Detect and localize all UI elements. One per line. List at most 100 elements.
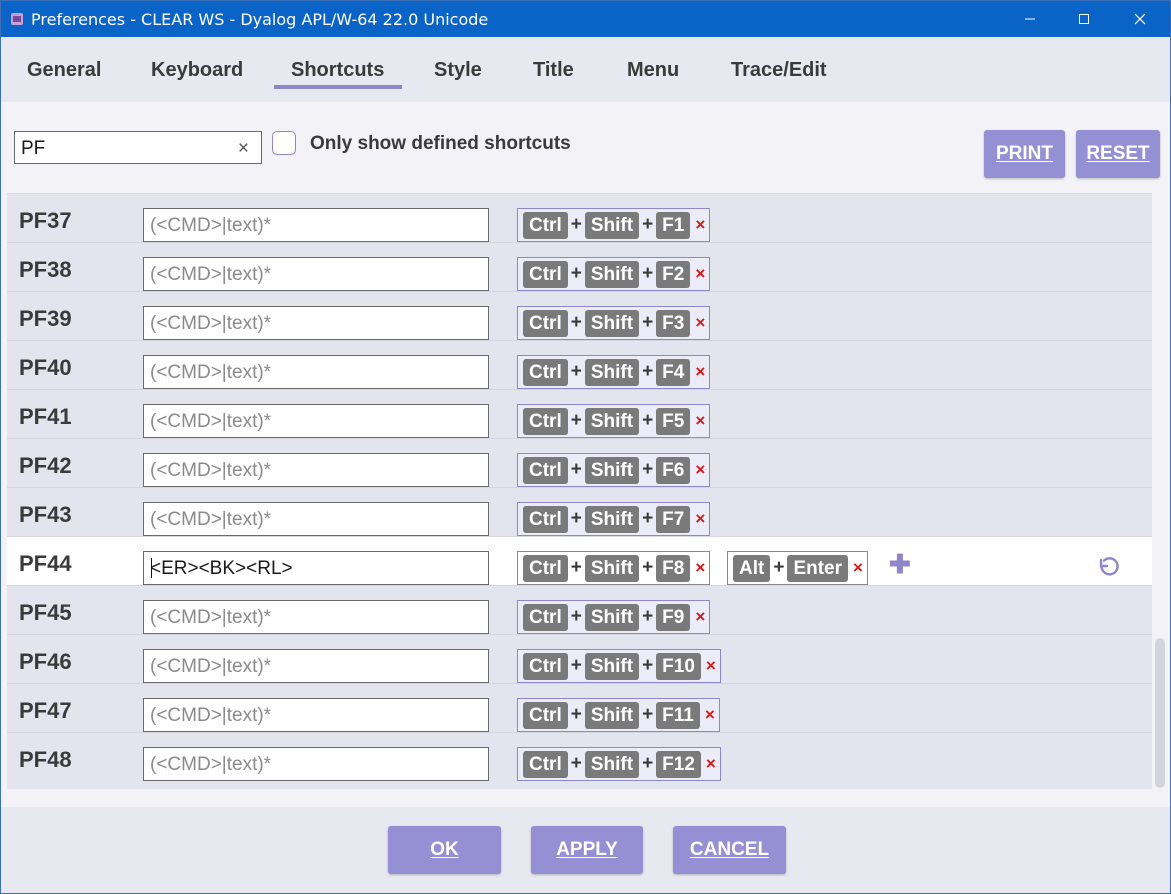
key-cap: F8 [656,554,691,582]
key-combo[interactable]: Ctrl + Shift + F12 × [517,747,721,781]
close-button[interactable] [1117,1,1163,37]
key-combo[interactable]: Ctrl + Shift + F10 × [517,649,721,683]
remove-icon[interactable]: × [690,607,709,627]
shortcut-label: PF43 [19,502,72,527]
clear-icon[interactable]: × [238,138,249,160]
reset-button[interactable]: RESET [1076,130,1160,178]
shortcut-command-input[interactable]: (<CMD>|text)* [143,404,489,438]
remove-icon[interactable]: × [690,264,709,284]
remove-icon[interactable]: × [690,460,709,480]
key-cap: Shift [584,554,640,582]
key-separator: + [570,214,582,235]
shortcut-command-input[interactable]: (<CMD>|text)* [143,600,489,634]
key-combo[interactable]: Ctrl + Shift + F1 × [517,208,711,242]
remove-icon[interactable]: × [700,705,719,725]
search-input[interactable]: PF × [14,131,262,164]
shortcut-label: PF44 [19,551,72,576]
key-combo[interactable]: Ctrl + Shift + F8 × [517,551,711,585]
key-cap: Ctrl [523,505,568,533]
shortcut-command-input[interactable]: <ER><BK><RL> [143,551,489,585]
key-separator: + [642,606,654,627]
key-combo[interactable]: Alt + Enter × [727,551,868,585]
key-cap: Ctrl [523,211,568,239]
shortcut-row[interactable]: PF43 (<CMD>|text)* Ctrl + Shift + F7 × [7,487,1152,536]
shortcut-command-input[interactable]: (<CMD>|text)* [143,453,489,487]
remove-icon[interactable]: × [848,558,867,578]
key-separator: + [570,655,582,676]
remove-icon[interactable]: × [690,558,709,578]
shortcut-row[interactable]: PF45 (<CMD>|text)* Ctrl + Shift + F9 × [7,585,1152,634]
key-combo[interactable]: Ctrl + Shift + F9 × [517,600,711,634]
remove-icon[interactable]: × [690,215,709,235]
shortcut-row[interactable]: PF41 (<CMD>|text)* Ctrl + Shift + F5 × [7,389,1152,438]
shortcut-label: PF47 [19,698,72,723]
scrollbar-thumb[interactable] [1155,638,1165,788]
key-separator: + [570,753,582,774]
remove-icon[interactable]: × [690,509,709,529]
add-icon[interactable]: ✚ [889,549,911,580]
shortcut-command-input[interactable]: (<CMD>|text)* [143,306,489,340]
key-cap: F10 [656,652,701,680]
text-caret [151,558,152,578]
command-placeholder: (<CMD>|text)* [150,264,272,285]
print-button[interactable]: PRINT [984,130,1065,178]
shortcut-command-input[interactable]: (<CMD>|text)* [143,257,489,291]
remove-icon[interactable]: × [701,656,720,676]
shortcut-row[interactable]: PF40 (<CMD>|text)* Ctrl + Shift + F4 × [7,340,1152,389]
key-separator: + [642,459,654,480]
shortcut-row[interactable]: PF42 (<CMD>|text)* Ctrl + Shift + F6 × [7,438,1152,487]
key-combo[interactable]: Ctrl + Shift + F6 × [517,453,711,487]
tab-style[interactable]: Style [434,59,482,82]
close-icon [1134,13,1146,25]
tab-general[interactable]: General [27,59,101,82]
key-combo[interactable]: Ctrl + Shift + F5 × [517,404,711,438]
key-combo[interactable]: Ctrl + Shift + F11 × [517,698,720,732]
shortcut-row[interactable]: PF46 (<CMD>|text)* Ctrl + Shift + F10 × [7,634,1152,683]
shortcut-row[interactable]: PF39 (<CMD>|text)* Ctrl + Shift + F3 × [7,291,1152,340]
command-placeholder: (<CMD>|text)* [150,411,272,432]
shortcut-label: PF39 [19,306,72,331]
shortcut-command-input[interactable]: (<CMD>|text)* [143,698,489,732]
key-cap: Shift [584,456,640,484]
key-separator: + [570,312,582,333]
tab-keyboard[interactable]: Keyboard [151,59,243,82]
remove-icon[interactable]: × [690,313,709,333]
shortcut-command-input[interactable]: (<CMD>|text)* [143,649,489,683]
shortcut-row[interactable]: PF48 (<CMD>|text)* Ctrl + Shift + F12 × [7,732,1152,781]
only-defined-checkbox[interactable] [272,131,296,155]
cancel-button[interactable]: CANCEL [673,826,786,874]
shortcut-row[interactable]: PF37 (<CMD>|text)* Ctrl + Shift + F1 × [7,193,1152,242]
maximize-button[interactable] [1061,1,1107,37]
command-placeholder: (<CMD>|text)* [150,215,272,236]
key-cap: Ctrl [523,407,568,435]
shortcut-command-input[interactable]: (<CMD>|text)* [143,747,489,781]
ok-button[interactable]: OK [388,826,501,874]
remove-icon[interactable]: × [690,411,709,431]
shortcut-command-input[interactable]: (<CMD>|text)* [143,208,489,242]
key-separator: + [570,704,582,725]
minimize-button[interactable] [1007,1,1053,37]
tab-shortcuts[interactable]: Shortcuts [291,59,384,82]
shortcut-command-input[interactable]: (<CMD>|text)* [143,355,489,389]
remove-icon[interactable]: × [701,754,720,774]
key-separator: + [642,655,654,676]
tab-menu[interactable]: Menu [627,59,679,82]
key-combo[interactable]: Ctrl + Shift + F4 × [517,355,711,389]
shortcut-row[interactable]: PF44 <ER><BK><RL> Ctrl + Shift + F8 × Alt + Enter ×… [7,536,1152,585]
tab-title[interactable]: Title [533,59,574,82]
key-combo[interactable]: Ctrl + Shift + F3 × [517,306,711,340]
key-separator: + [570,459,582,480]
shortcut-command-input[interactable]: (<CMD>|text)* [143,502,489,536]
key-cap: F3 [656,309,691,337]
key-cap: Ctrl [523,456,568,484]
undo-icon[interactable] [1096,555,1120,579]
shortcut-row[interactable]: PF47 (<CMD>|text)* Ctrl + Shift + F11 × [7,683,1152,732]
tab-trace-edit[interactable]: Trace/Edit [731,59,827,82]
remove-icon[interactable]: × [690,362,709,382]
key-combo[interactable]: Ctrl + Shift + F2 × [517,257,711,291]
command-placeholder: (<CMD>|text)* [150,313,272,334]
apply-button[interactable]: APPLY [531,826,643,874]
key-separator: + [570,606,582,627]
key-combo[interactable]: Ctrl + Shift + F7 × [517,502,711,536]
shortcut-row[interactable]: PF38 (<CMD>|text)* Ctrl + Shift + F2 × [7,242,1152,291]
